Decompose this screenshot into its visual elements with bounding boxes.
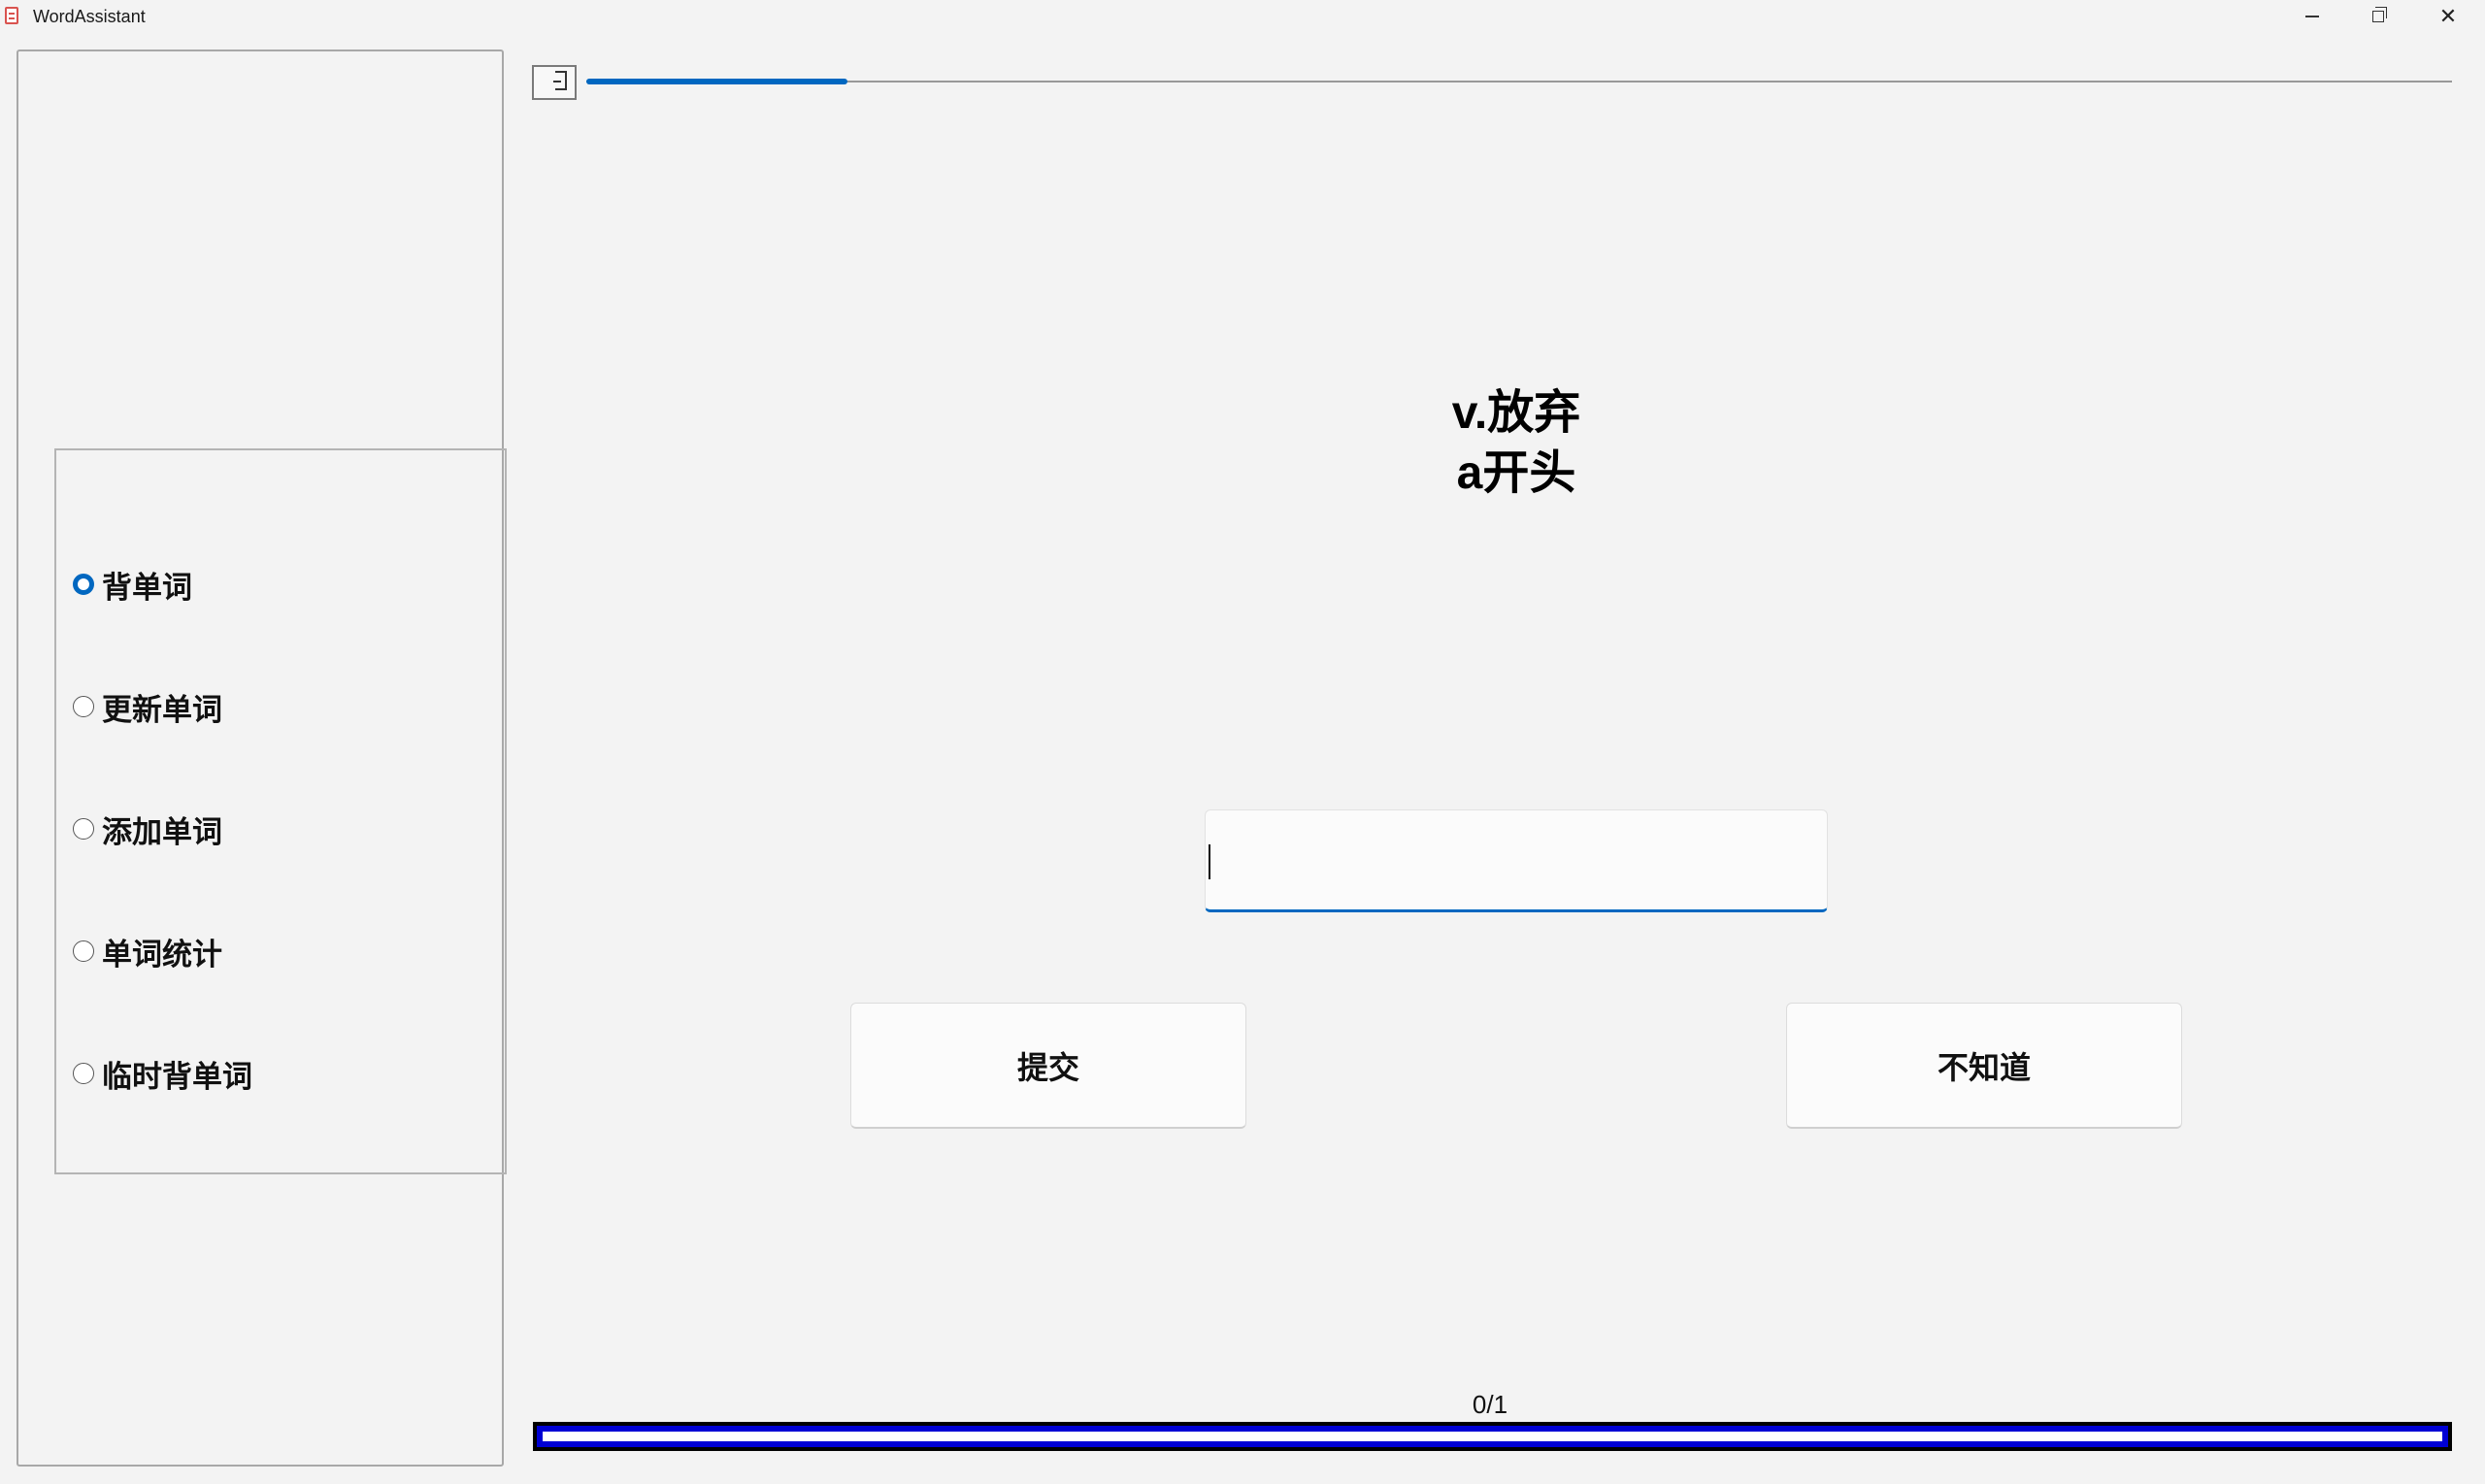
window-title: WordAssistant bbox=[33, 7, 146, 26]
submit-button[interactable]: 提交 bbox=[850, 1003, 1246, 1129]
radio-label: 背单词 bbox=[102, 570, 192, 605]
radio-temp-memorize[interactable]: 临时背单词 bbox=[73, 1054, 252, 1094]
radio-add-words[interactable]: 添加单词 bbox=[73, 809, 222, 849]
radio-indicator[interactable] bbox=[73, 696, 94, 717]
toggle-sidebar-button[interactable] bbox=[532, 65, 577, 100]
top-progress-fill bbox=[586, 79, 847, 84]
radio-label: 单词统计 bbox=[102, 937, 222, 972]
radio-indicator[interactable] bbox=[73, 574, 94, 595]
top-progress-track bbox=[586, 81, 2452, 82]
sidebar-panel: 背单词 更新单词 添加单词 单词统计 临时背单词 bbox=[17, 49, 507, 1467]
mode-radio-group: 背单词 更新单词 添加单词 单词统计 临时背单词 bbox=[54, 448, 507, 1174]
radio-memorize-words[interactable]: 背单词 bbox=[73, 565, 192, 605]
maximize-button[interactable] bbox=[2345, 0, 2411, 33]
radio-indicator[interactable] bbox=[73, 940, 94, 962]
dont-know-button[interactable]: 不知道 bbox=[1786, 1003, 2182, 1129]
close-icon: ✕ bbox=[2438, 4, 2458, 29]
minimize-button[interactable] bbox=[2279, 0, 2345, 33]
title-bar: WordAssistant ✕ bbox=[0, 0, 2485, 33]
progress-bar bbox=[533, 1422, 2452, 1451]
progress-bar-inner bbox=[543, 1432, 2442, 1441]
radio-indicator[interactable] bbox=[73, 818, 94, 840]
radio-indicator[interactable] bbox=[73, 1063, 94, 1084]
restore-icon bbox=[2372, 7, 2387, 22]
answer-input[interactable] bbox=[1205, 809, 1828, 912]
text-caret bbox=[1209, 844, 1210, 879]
close-button[interactable]: ✕ bbox=[2415, 0, 2481, 33]
progress-counter: 0/1 bbox=[1472, 1390, 1508, 1419]
radio-label: 更新单词 bbox=[102, 692, 222, 727]
radio-update-words[interactable]: 更新单词 bbox=[73, 687, 222, 727]
word-hint: a开头 bbox=[1456, 447, 1576, 499]
app-icon bbox=[5, 7, 18, 24]
radio-label: 添加单词 bbox=[102, 814, 222, 849]
question-card: v.放弃 a开头 bbox=[1322, 383, 1710, 504]
radio-label: 临时背单词 bbox=[102, 1059, 252, 1094]
radio-word-stats[interactable]: 单词统计 bbox=[73, 932, 222, 972]
minimize-icon bbox=[2305, 16, 2319, 17]
word-meaning: v.放弃 bbox=[1451, 387, 1581, 439]
